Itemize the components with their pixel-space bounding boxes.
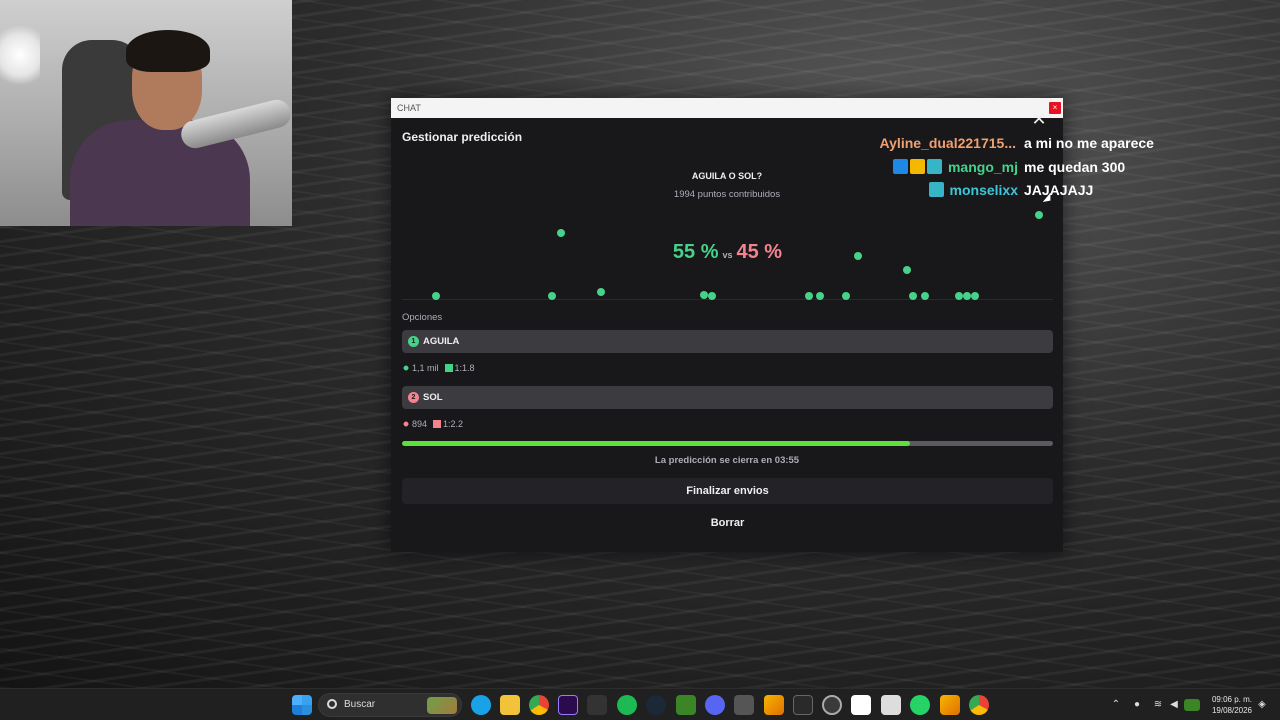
close-icon: ✕ bbox=[1031, 109, 1047, 129]
prediction-score: 55 % vs 45 % bbox=[402, 241, 1053, 264]
trophy-icon bbox=[444, 364, 453, 372]
time-remaining-fill bbox=[402, 441, 910, 446]
option-aguila[interactable]: 1 AGUILA bbox=[402, 330, 1053, 353]
option-1-ratio: 1:1.8 bbox=[454, 363, 475, 373]
live-icon[interactable] bbox=[587, 695, 607, 715]
option-number-badge: 1 bbox=[408, 336, 419, 347]
option-label: SOL bbox=[423, 392, 443, 403]
chat-username-group: mango_mj bbox=[890, 157, 1018, 177]
chat-username[interactable]: Ayline_dual221715... bbox=[756, 133, 1016, 153]
activity-dot bbox=[963, 292, 971, 300]
chrome-icon[interactable] bbox=[529, 695, 549, 715]
activity-dot bbox=[708, 292, 716, 300]
option-sol[interactable]: 2 SOL bbox=[402, 386, 1053, 409]
option-label: AGUILA bbox=[423, 336, 460, 347]
activity-dot bbox=[805, 292, 813, 300]
chat-username-group: monselixx bbox=[890, 180, 1018, 200]
users-icon bbox=[402, 364, 410, 372]
minecraft-icon[interactable] bbox=[676, 695, 696, 715]
chrome-icon[interactable] bbox=[969, 695, 989, 715]
end-submissions-button[interactable]: Finalizar envios bbox=[402, 478, 1053, 504]
obs-icon[interactable] bbox=[822, 695, 842, 715]
notion-icon[interactable] bbox=[851, 695, 871, 715]
ring-light bbox=[0, 20, 40, 90]
users-icon bbox=[402, 420, 410, 428]
activity-dot bbox=[816, 292, 824, 300]
app-icon[interactable] bbox=[940, 695, 960, 715]
streamer-hair bbox=[126, 30, 210, 72]
battery-icon[interactable] bbox=[1184, 699, 1200, 711]
activity-dot bbox=[548, 292, 556, 300]
activity-dot bbox=[700, 291, 708, 299]
activity-dot bbox=[557, 229, 565, 237]
discord-icon[interactable] bbox=[705, 695, 725, 715]
panel-title: Gestionar predicción bbox=[402, 130, 523, 144]
activity-dot bbox=[903, 266, 911, 274]
epic-games-icon[interactable] bbox=[793, 695, 813, 715]
search-highlight-icon bbox=[427, 697, 457, 714]
activity-dot bbox=[909, 292, 917, 300]
option-2-users: 894 bbox=[412, 419, 428, 429]
file-explorer-icon[interactable] bbox=[500, 695, 520, 715]
delete-prediction-button[interactable]: Borrar bbox=[402, 510, 1053, 536]
trophy-icon bbox=[433, 420, 442, 428]
steam-icon[interactable] bbox=[646, 695, 666, 715]
activity-dot bbox=[842, 292, 850, 300]
option-1-stats: 1,1 mil 1:1.8 bbox=[402, 363, 475, 373]
activity-dot bbox=[1035, 211, 1043, 219]
microphone-icon[interactable]: ● bbox=[1131, 699, 1143, 711]
taskbar-clock[interactable]: 09:06 p. m. 19/08/2026 bbox=[1206, 694, 1252, 716]
activity-dot bbox=[432, 292, 440, 300]
time-remaining-bar bbox=[402, 441, 1053, 446]
app-icon[interactable] bbox=[764, 695, 784, 715]
option-2-stats: 894 1:2.2 bbox=[402, 419, 463, 429]
search-placeholder: Buscar bbox=[344, 699, 376, 710]
option-1-users: 1,1 mil bbox=[412, 363, 439, 373]
chevron-up-icon[interactable]: ⌃ bbox=[1110, 699, 1122, 711]
clock-date: 19/08/2026 bbox=[1211, 706, 1252, 715]
close-panel-button[interactable]: ✕ bbox=[1027, 108, 1051, 132]
activity-dot bbox=[921, 292, 929, 300]
closes-countdown: La predicción se cierra en 03:55 bbox=[654, 455, 800, 466]
gift-badge-icon bbox=[928, 182, 944, 197]
option-2-ratio: 1:2.2 bbox=[443, 419, 464, 429]
wifi-icon[interactable]: ≋ bbox=[1152, 699, 1164, 711]
notifications-icon[interactable]: ◈ bbox=[1256, 699, 1268, 711]
edge-icon[interactable] bbox=[471, 695, 491, 715]
paint-icon[interactable] bbox=[881, 695, 901, 715]
window-titlebar[interactable]: CHAT × bbox=[391, 98, 1063, 118]
crown-badge-icon bbox=[910, 159, 926, 174]
option-number-badge: 2 bbox=[408, 392, 419, 403]
chat-text: JAJAJAJJ bbox=[1024, 182, 1094, 198]
window-title: CHAT bbox=[397, 103, 421, 113]
chat-text: me quedan 300 bbox=[1024, 159, 1126, 175]
percent-outcome-1: 55 % bbox=[672, 241, 719, 263]
clock-time: 09:06 p. m. bbox=[1211, 695, 1252, 704]
activity-dot bbox=[955, 292, 963, 300]
windows-taskbar: Buscar ⌃ ● ≋ ◀ 09:06 p. m. 19/08/2026 ◈ bbox=[0, 688, 1280, 720]
search-icon bbox=[327, 699, 337, 709]
options-label: Opciones bbox=[402, 312, 443, 323]
volume-icon[interactable]: ◀ bbox=[1168, 699, 1180, 711]
moderator-badge-icon bbox=[893, 159, 909, 174]
chat-username[interactable]: monselixx bbox=[950, 182, 1018, 198]
start-menu-icon[interactable] bbox=[292, 695, 312, 715]
vs-label: vs bbox=[722, 250, 733, 260]
chat-text: a mi no me aparece bbox=[1024, 135, 1154, 151]
spotify-icon[interactable] bbox=[617, 695, 637, 715]
gift-badge-icon bbox=[927, 159, 943, 174]
premiere-icon[interactable] bbox=[558, 695, 578, 715]
unity-icon[interactable] bbox=[734, 695, 754, 715]
taskbar-search[interactable]: Buscar bbox=[318, 693, 462, 717]
activity-dot bbox=[971, 292, 979, 300]
percent-outcome-2: 45 % bbox=[736, 241, 783, 263]
prediction-activity-graph: 55 % vs 45 % bbox=[402, 206, 1053, 300]
webcam-overlay bbox=[0, 0, 292, 226]
activity-dot bbox=[597, 288, 605, 296]
whatsapp-icon[interactable] bbox=[910, 695, 930, 715]
chat-username[interactable]: mango_mj bbox=[948, 159, 1018, 175]
